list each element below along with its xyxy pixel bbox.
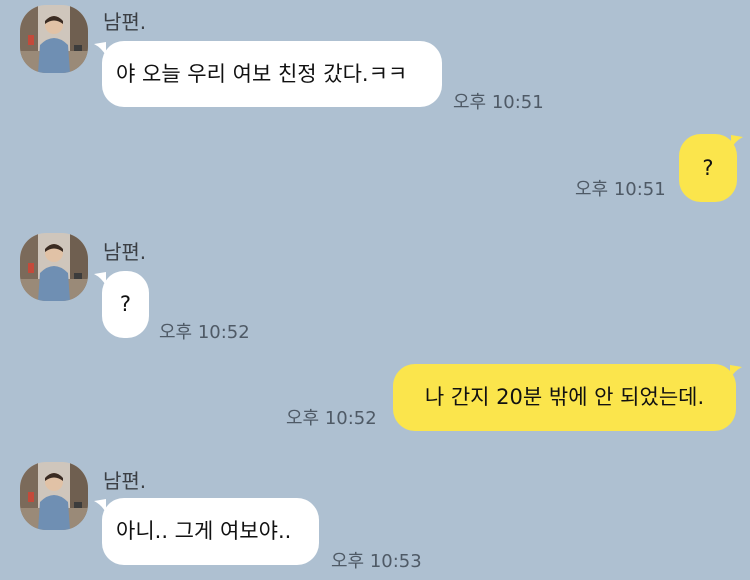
bubble-tail bbox=[731, 135, 743, 149]
profile-photo-icon bbox=[20, 233, 88, 301]
message-text: 나 간지 20분 밖에 안 되었는데. bbox=[424, 385, 705, 409]
sender-name: 남편. bbox=[103, 10, 147, 34]
avatar[interactable] bbox=[20, 233, 88, 301]
message-time: 오후 10:53 bbox=[331, 551, 422, 572]
message-bubble[interactable]: 나 간지 20분 밖에 안 되었는데. bbox=[393, 364, 736, 431]
profile-photo-icon bbox=[20, 5, 88, 73]
message-text: ? bbox=[119, 292, 132, 316]
message-time: 오후 10:52 bbox=[286, 408, 377, 429]
avatar[interactable] bbox=[20, 5, 88, 73]
sender-name: 남편. bbox=[103, 469, 147, 493]
message-time: 오후 10:51 bbox=[453, 92, 544, 113]
message-bubble[interactable]: 야 오늘 우리 여보 친정 갔다.ㅋㅋ bbox=[102, 41, 442, 107]
message-text: 야 오늘 우리 여보 친정 갔다.ㅋㅋ bbox=[116, 62, 408, 86]
message-bubble[interactable]: ? bbox=[102, 271, 149, 338]
message-text: ? bbox=[702, 156, 714, 180]
bubble-tail bbox=[730, 365, 742, 379]
profile-photo-icon bbox=[20, 462, 88, 530]
message-text: 아니.. 그게 여보야.. bbox=[116, 519, 292, 543]
message-bubble[interactable]: 아니.. 그게 여보야.. bbox=[102, 498, 319, 565]
message-time: 오후 10:52 bbox=[159, 322, 250, 343]
sender-name: 남편. bbox=[103, 240, 147, 264]
avatar[interactable] bbox=[20, 462, 88, 530]
message-time: 오후 10:51 bbox=[575, 179, 666, 200]
message-bubble[interactable]: ? bbox=[679, 134, 737, 202]
